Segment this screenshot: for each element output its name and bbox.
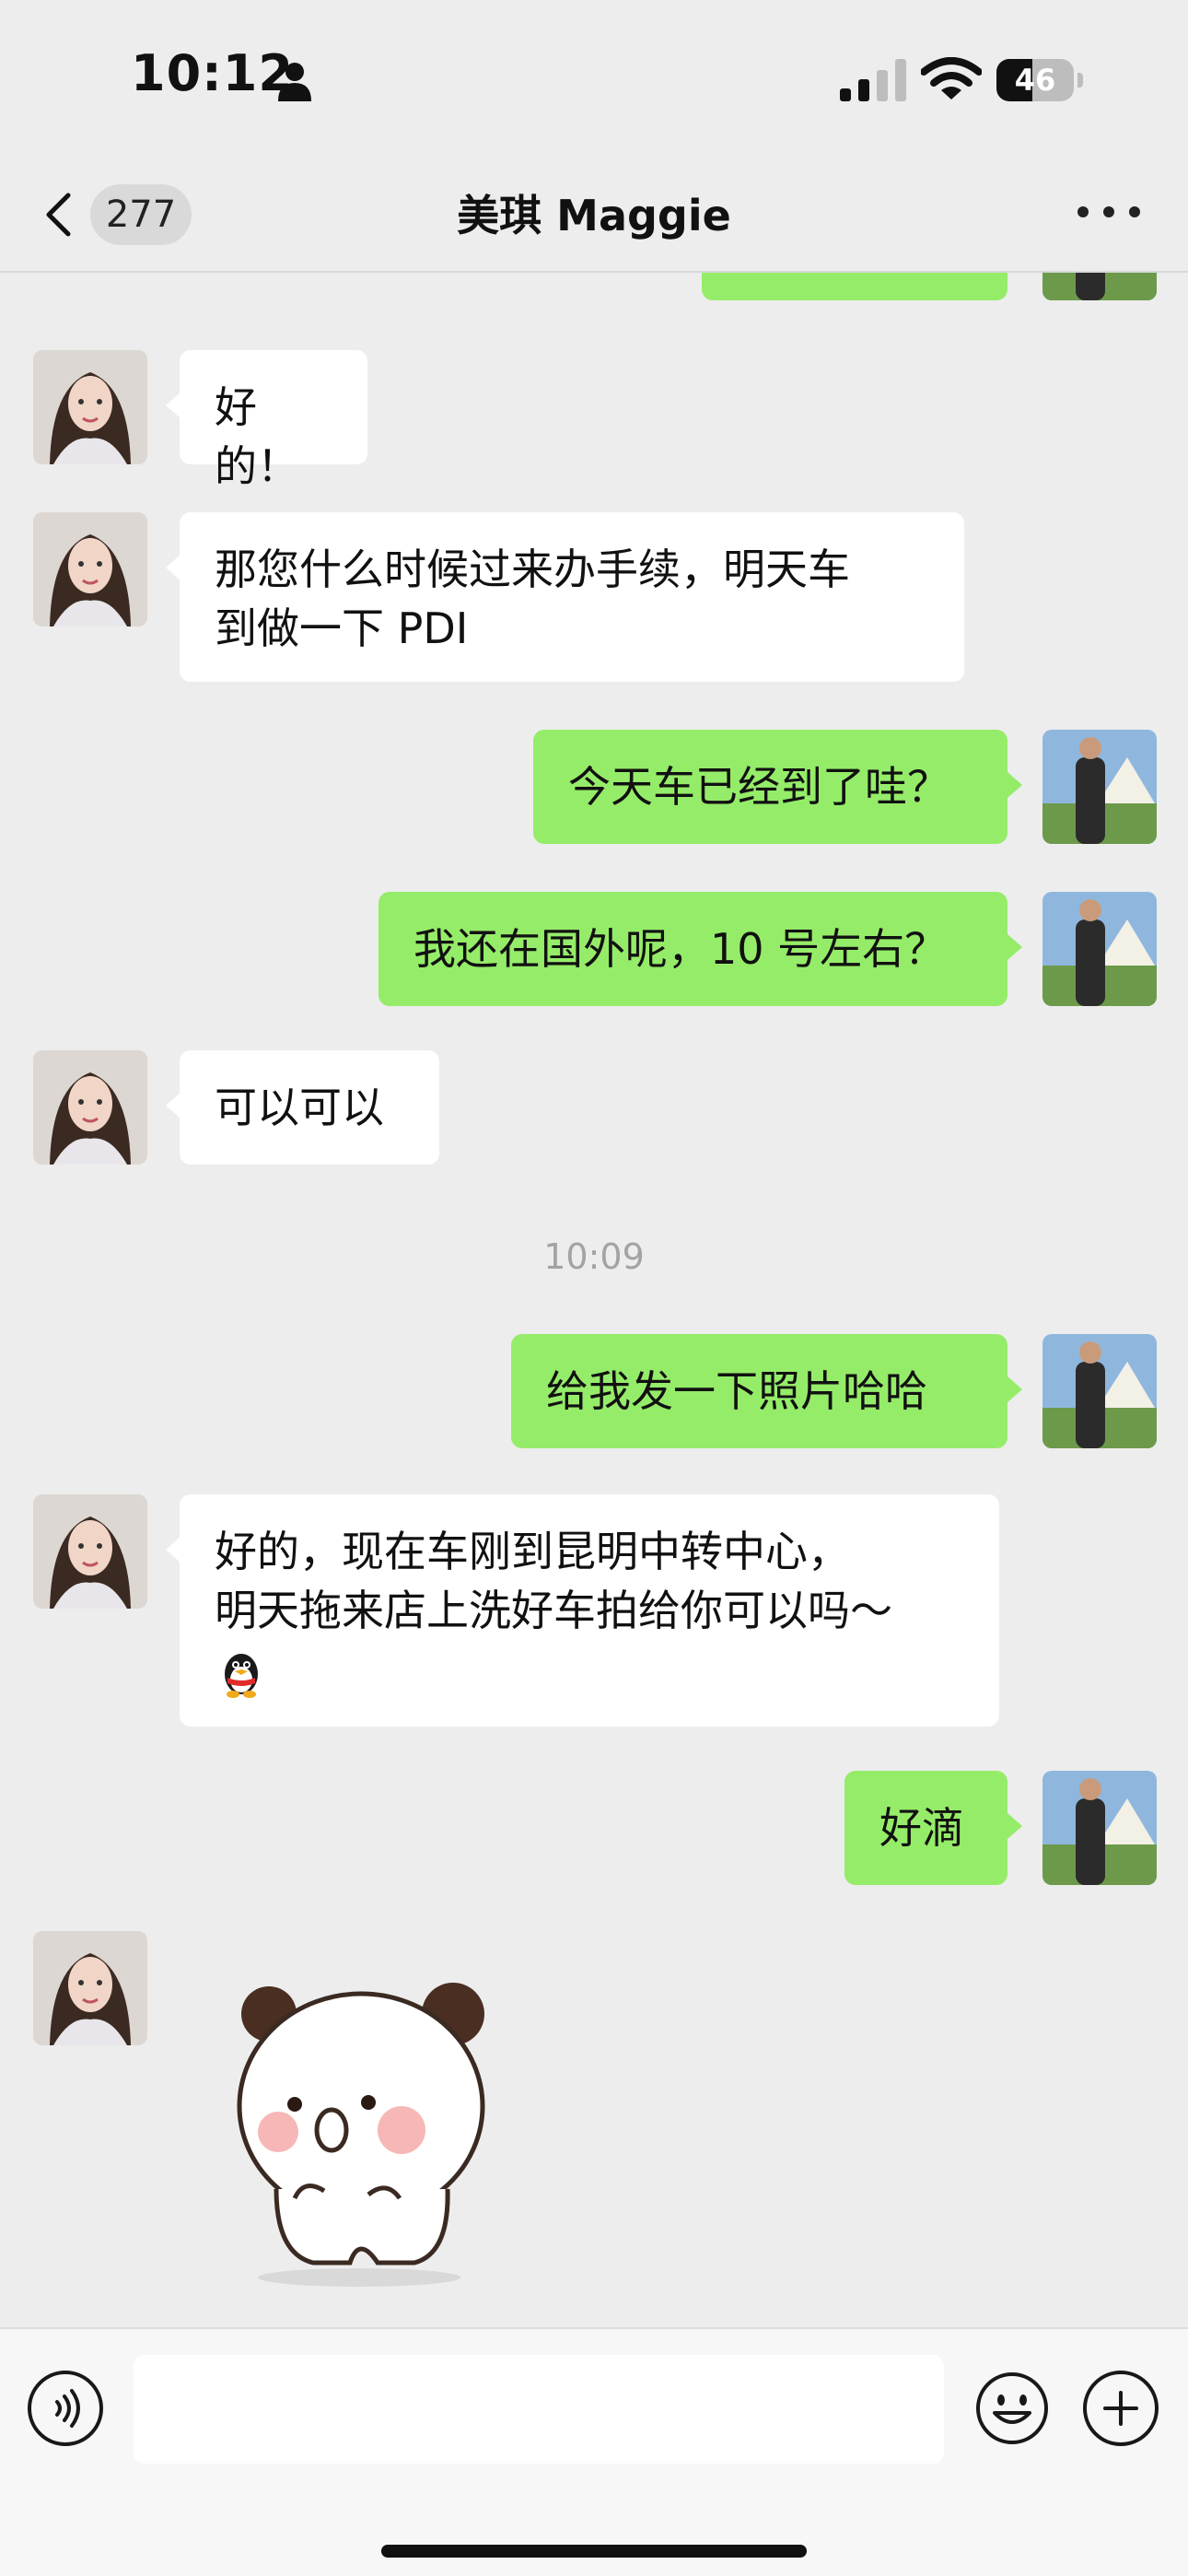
more-icon-dot — [1129, 206, 1140, 217]
message-text: 可以可以 — [215, 1083, 384, 1132]
bubble-tail — [1007, 772, 1022, 798]
unread-count-badge: 277 — [90, 184, 192, 245]
contact-avatar[interactable] — [33, 1494, 147, 1609]
my-avatar[interactable] — [1042, 1334, 1157, 1448]
message-text: 好的！ — [215, 382, 299, 491]
status-time: 10:12 — [131, 44, 294, 102]
message-bubble[interactable]: 好的！ — [180, 350, 367, 491]
chevron-left-icon — [46, 193, 71, 237]
message-bubble-partial[interactable] — [702, 273, 1007, 300]
message-text: 今天车已经到了哇？ — [568, 762, 949, 812]
bubble-tail — [1007, 1376, 1022, 1402]
emoji-button[interactable] — [974, 2371, 1050, 2446]
chat-screen: 10:12 46 277 美琪 Maggie 好的！ 那您什么时候过来办手续，明… — [0, 0, 1188, 2576]
back-button[interactable]: 277 — [37, 177, 203, 251]
bubble-tail — [166, 1093, 181, 1118]
wifi-icon — [921, 57, 982, 100]
cellular-signal-icon — [840, 59, 906, 101]
my-avatar[interactable] — [1042, 892, 1157, 1006]
message-text: 我还在国外呢，10 号左右？ — [413, 924, 948, 974]
chat-title: 美琪 Maggie — [457, 191, 731, 240]
message-input[interactable] — [134, 2355, 944, 2464]
message-bubble[interactable]: 我还在国外呢，10 号左右？ — [379, 892, 1007, 1006]
message-text-line: 明天拖来店上洗好车拍给你可以吗～ — [215, 1586, 892, 1635]
my-avatar[interactable] — [1042, 1771, 1157, 1885]
message-bubble[interactable]: 给我发一下照片哈哈 — [511, 1334, 1007, 1448]
voice-input-button[interactable] — [28, 2371, 103, 2446]
message-text-line: 那您什么时候过来办手续，明天车 — [215, 544, 850, 594]
my-avatar[interactable] — [1042, 273, 1157, 300]
message-text-line: 到做一下 PDI — [215, 603, 469, 653]
message-list[interactable]: 好的！ 那您什么时候过来办手续，明天车 到做一下 PDI 今天车已经到了哇？ 我… — [0, 273, 1188, 2327]
message-bubble[interactable]: 好的，现在车刚到昆明中转中心， 明天拖来店上洗好车拍给你可以吗～ — [180, 1494, 999, 1727]
more-icon-dot — [1103, 206, 1114, 217]
add-attachment-button[interactable] — [1083, 2371, 1159, 2446]
contact-avatar[interactable] — [33, 1050, 147, 1165]
message-text: 好滴 — [879, 1803, 964, 1853]
message-bubble[interactable]: 好滴 — [844, 1771, 1007, 1885]
message-timestamp: 10:09 — [543, 1236, 645, 1277]
bubble-tail — [166, 392, 181, 418]
bubble-tail — [1007, 1813, 1022, 1839]
panda-sticker[interactable] — [212, 1959, 516, 2290]
bubble-tail — [166, 555, 181, 580]
contact-avatar[interactable] — [33, 350, 147, 464]
voice-icon — [55, 2389, 80, 2428]
input-bar — [0, 2327, 1188, 2576]
message-bubble[interactable]: 可以可以 — [180, 1050, 439, 1165]
plus-icon — [1103, 2391, 1138, 2426]
bubble-tail — [166, 1537, 181, 1563]
my-avatar[interactable] — [1042, 730, 1157, 844]
more-options-button[interactable] — [1077, 193, 1142, 230]
message-text-line: 好的，现在车刚到昆明中转中心， — [215, 1527, 850, 1576]
message-bubble[interactable]: 那您什么时候过来办手续，明天车 到做一下 PDI — [180, 512, 964, 682]
contact-avatar[interactable] — [33, 1931, 147, 2045]
more-icon — [1077, 206, 1089, 217]
message-bubble[interactable]: 今天车已经到了哇？ — [533, 730, 1007, 844]
home-indicator[interactable] — [381, 2545, 807, 2558]
bubble-tail — [1007, 934, 1022, 960]
penguin-emoji-icon — [225, 1653, 258, 1698]
contact-avatar[interactable] — [33, 512, 147, 626]
battery-icon: 46 — [996, 59, 1083, 101]
battery-level-text: 46 — [1014, 63, 1056, 98]
person-icon — [278, 63, 311, 101]
message-text: 给我发一下照片哈哈 — [546, 1366, 927, 1416]
chat-header: 277 美琪 Maggie — [0, 157, 1188, 273]
status-bar: 10:12 46 — [0, 0, 1188, 157]
